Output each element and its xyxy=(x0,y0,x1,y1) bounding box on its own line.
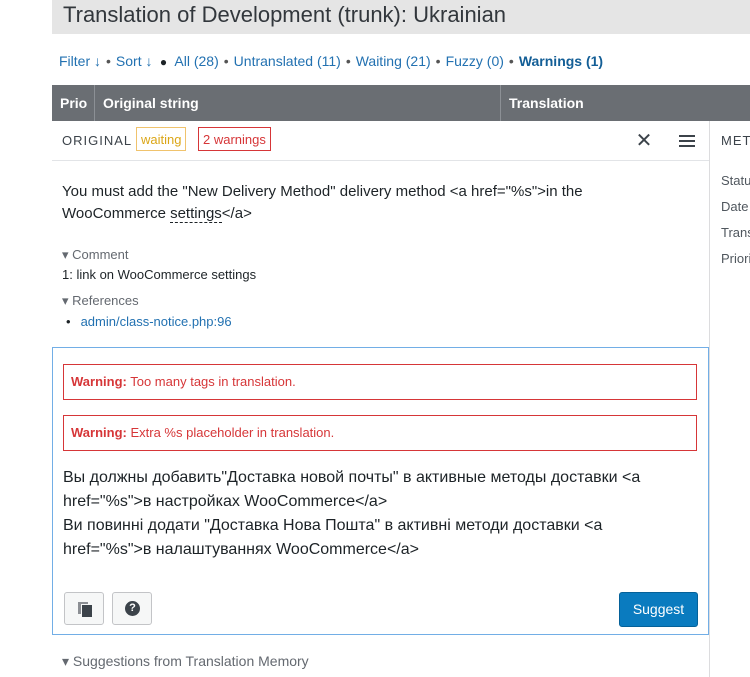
column-header-original: Original string xyxy=(95,85,501,121)
comment-toggle[interactable]: ▾ Comment xyxy=(62,247,129,263)
list-item: admin/class-notice.php:96 xyxy=(62,314,232,329)
translation-line: Ви повинні додати "Доставка Нова Пошта" … xyxy=(63,517,603,558)
translation-line: Вы должны добавить"Доставка новой почты"… xyxy=(63,469,641,510)
comment-toggle-label: Comment xyxy=(72,247,129,262)
warning-message: Warning: Too many tags in translation. xyxy=(63,364,697,400)
original-text-part: </a> xyxy=(221,205,252,222)
translation-editor: ORIGINAL waiting 2 warnings ✕ You must a… xyxy=(52,121,709,677)
warning-text: Too many tags in translation. xyxy=(130,374,296,389)
meta-title: META xyxy=(721,133,750,148)
copy-original-button[interactable] xyxy=(64,592,104,625)
references-list: admin/class-notice.php:96 xyxy=(62,314,232,329)
references-toggle[interactable]: ▾ References xyxy=(62,293,139,309)
help-button[interactable]: ? xyxy=(112,592,152,625)
copy-icon xyxy=(81,604,93,618)
close-icon[interactable]: ✕ xyxy=(632,129,656,153)
filter-waiting[interactable]: Waiting (21) xyxy=(356,53,431,69)
separator: • xyxy=(106,53,111,69)
meta-label-priority: Priority xyxy=(721,251,750,266)
glossary-term[interactable]: settings xyxy=(170,205,222,223)
separator: • xyxy=(435,53,441,69)
separator: • xyxy=(508,53,514,69)
help-icon: ? xyxy=(125,601,140,616)
reference-link[interactable]: admin/class-notice.php:96 xyxy=(81,314,232,329)
triangle-down-icon: ▾ xyxy=(62,293,69,308)
original-string: You must add the "New Delivery Method" d… xyxy=(62,181,622,225)
separator: • xyxy=(345,53,351,69)
triangle-down-icon: ▾ xyxy=(62,653,70,669)
references-toggle-label: References xyxy=(72,293,139,308)
page-header: Translation of Development (trunk): Ukra… xyxy=(52,0,750,34)
status-badge: waiting xyxy=(136,127,187,151)
bullet-icon: ● xyxy=(156,55,171,69)
warning-label: Warning: xyxy=(71,425,127,440)
filter-all[interactable]: All (28) xyxy=(174,53,218,69)
meta-panel: META Status Date Translated by Priority xyxy=(709,121,750,677)
sort-toggle[interactable]: Sort ↓ xyxy=(116,53,153,69)
column-header-prio: Prio xyxy=(52,85,95,121)
meta-label-translated-by: Translated by xyxy=(721,225,750,240)
translation-box: Warning: Too many tags in translation. W… xyxy=(52,347,709,635)
original-text-part: You must add the "New Delivery Method" d… xyxy=(62,183,583,222)
column-header-translation: Translation xyxy=(509,95,584,111)
warning-label: Warning: xyxy=(71,374,127,389)
meta-label-status: Status xyxy=(721,173,750,188)
table-header: Prio Original string Translation xyxy=(52,85,750,121)
warning-text: Extra %s placeholder in translation. xyxy=(130,425,335,440)
original-label: ORIGINAL xyxy=(62,133,133,148)
filter-toggle[interactable]: Filter ↓ xyxy=(59,53,101,69)
translation-textarea[interactable]: Вы должны добавить"Доставка новой почты"… xyxy=(63,466,693,562)
editor-header: ORIGINAL waiting 2 warnings ✕ xyxy=(52,121,709,161)
warning-message: Warning: Extra %s placeholder in transla… xyxy=(63,415,697,451)
translation-memory-label: Suggestions from Translation Memory xyxy=(72,653,309,669)
translation-memory-toggle[interactable]: ▾ Suggestions from Translation Memory xyxy=(62,653,309,670)
suggest-button[interactable]: Suggest xyxy=(619,592,698,627)
warnings-badge: 2 warnings xyxy=(198,127,271,151)
separator: • xyxy=(223,53,229,69)
filter-bar: Filter ↓ • Sort ↓ ● All (28) • Untranslated … xyxy=(59,53,603,69)
comment-text: 1: link on WooCommerce settings xyxy=(62,267,257,282)
filter-untranslated[interactable]: Untranslated (11) xyxy=(234,53,341,69)
triangle-down-icon: ▾ xyxy=(62,247,69,262)
page-title: Translation of Development (trunk): Ukra… xyxy=(63,2,507,27)
filter-warnings[interactable]: Warnings (1) xyxy=(519,53,603,69)
filter-fuzzy[interactable]: Fuzzy (0) xyxy=(446,53,504,69)
menu-icon[interactable] xyxy=(676,130,698,152)
meta-label-date: Date xyxy=(721,199,749,214)
